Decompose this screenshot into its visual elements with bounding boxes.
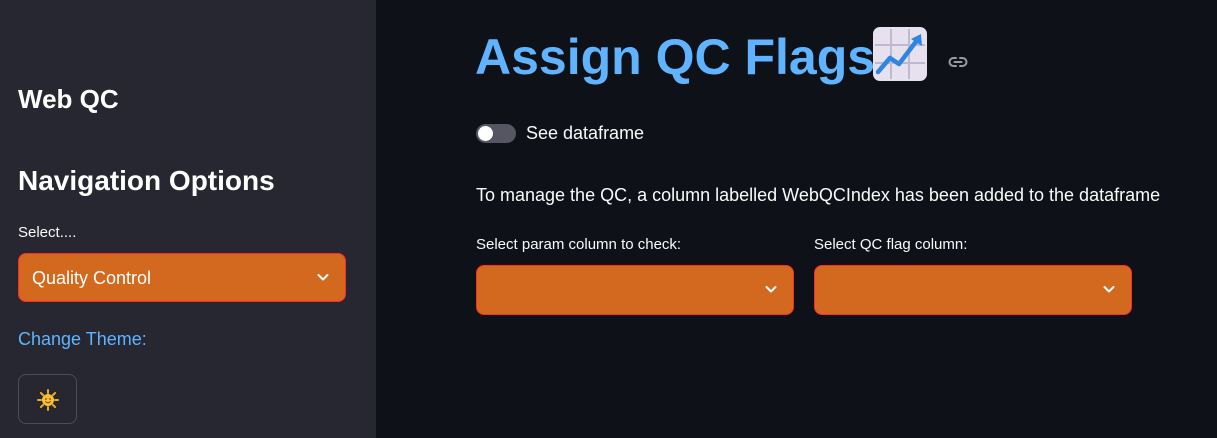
navigation-select-label: Select.... xyxy=(18,224,77,241)
sidebar: Web QC Navigation Options Select.... Qua… xyxy=(0,0,376,438)
navigation-select-value: Quality Control xyxy=(32,268,152,288)
param-column-select[interactable] xyxy=(476,265,794,315)
app: Web QC Navigation Options Select.... Qua… xyxy=(0,0,1217,438)
sun-icon xyxy=(37,389,59,411)
theme-toggle-button[interactable] xyxy=(18,374,77,424)
navigation-select[interactable]: Quality Control xyxy=(18,253,346,302)
toggle-knob xyxy=(478,126,493,141)
chevron-down-icon xyxy=(1103,286,1115,293)
change-theme-link[interactable]: Change Theme: xyxy=(18,327,147,351)
qc-flag-column-label: Select QC flag column: xyxy=(814,236,968,253)
chevron-down-icon xyxy=(317,274,329,281)
sidebar-title: Web QC xyxy=(18,84,119,114)
see-dataframe-label: See dataframe xyxy=(526,123,645,143)
navigation-heading: Navigation Options xyxy=(18,165,275,196)
see-dataframe-toggle[interactable] xyxy=(476,124,516,143)
page-title: Assign QC Flags xyxy=(475,29,876,85)
info-text: To manage the QC, a column labelled WebQ… xyxy=(476,185,1161,205)
chart-increasing-icon xyxy=(873,27,927,81)
qc-flag-column-select[interactable] xyxy=(814,265,1132,315)
anchor-link-icon[interactable] xyxy=(946,50,970,74)
param-column-label: Select param column to check: xyxy=(476,236,682,253)
chevron-down-icon xyxy=(765,286,777,293)
